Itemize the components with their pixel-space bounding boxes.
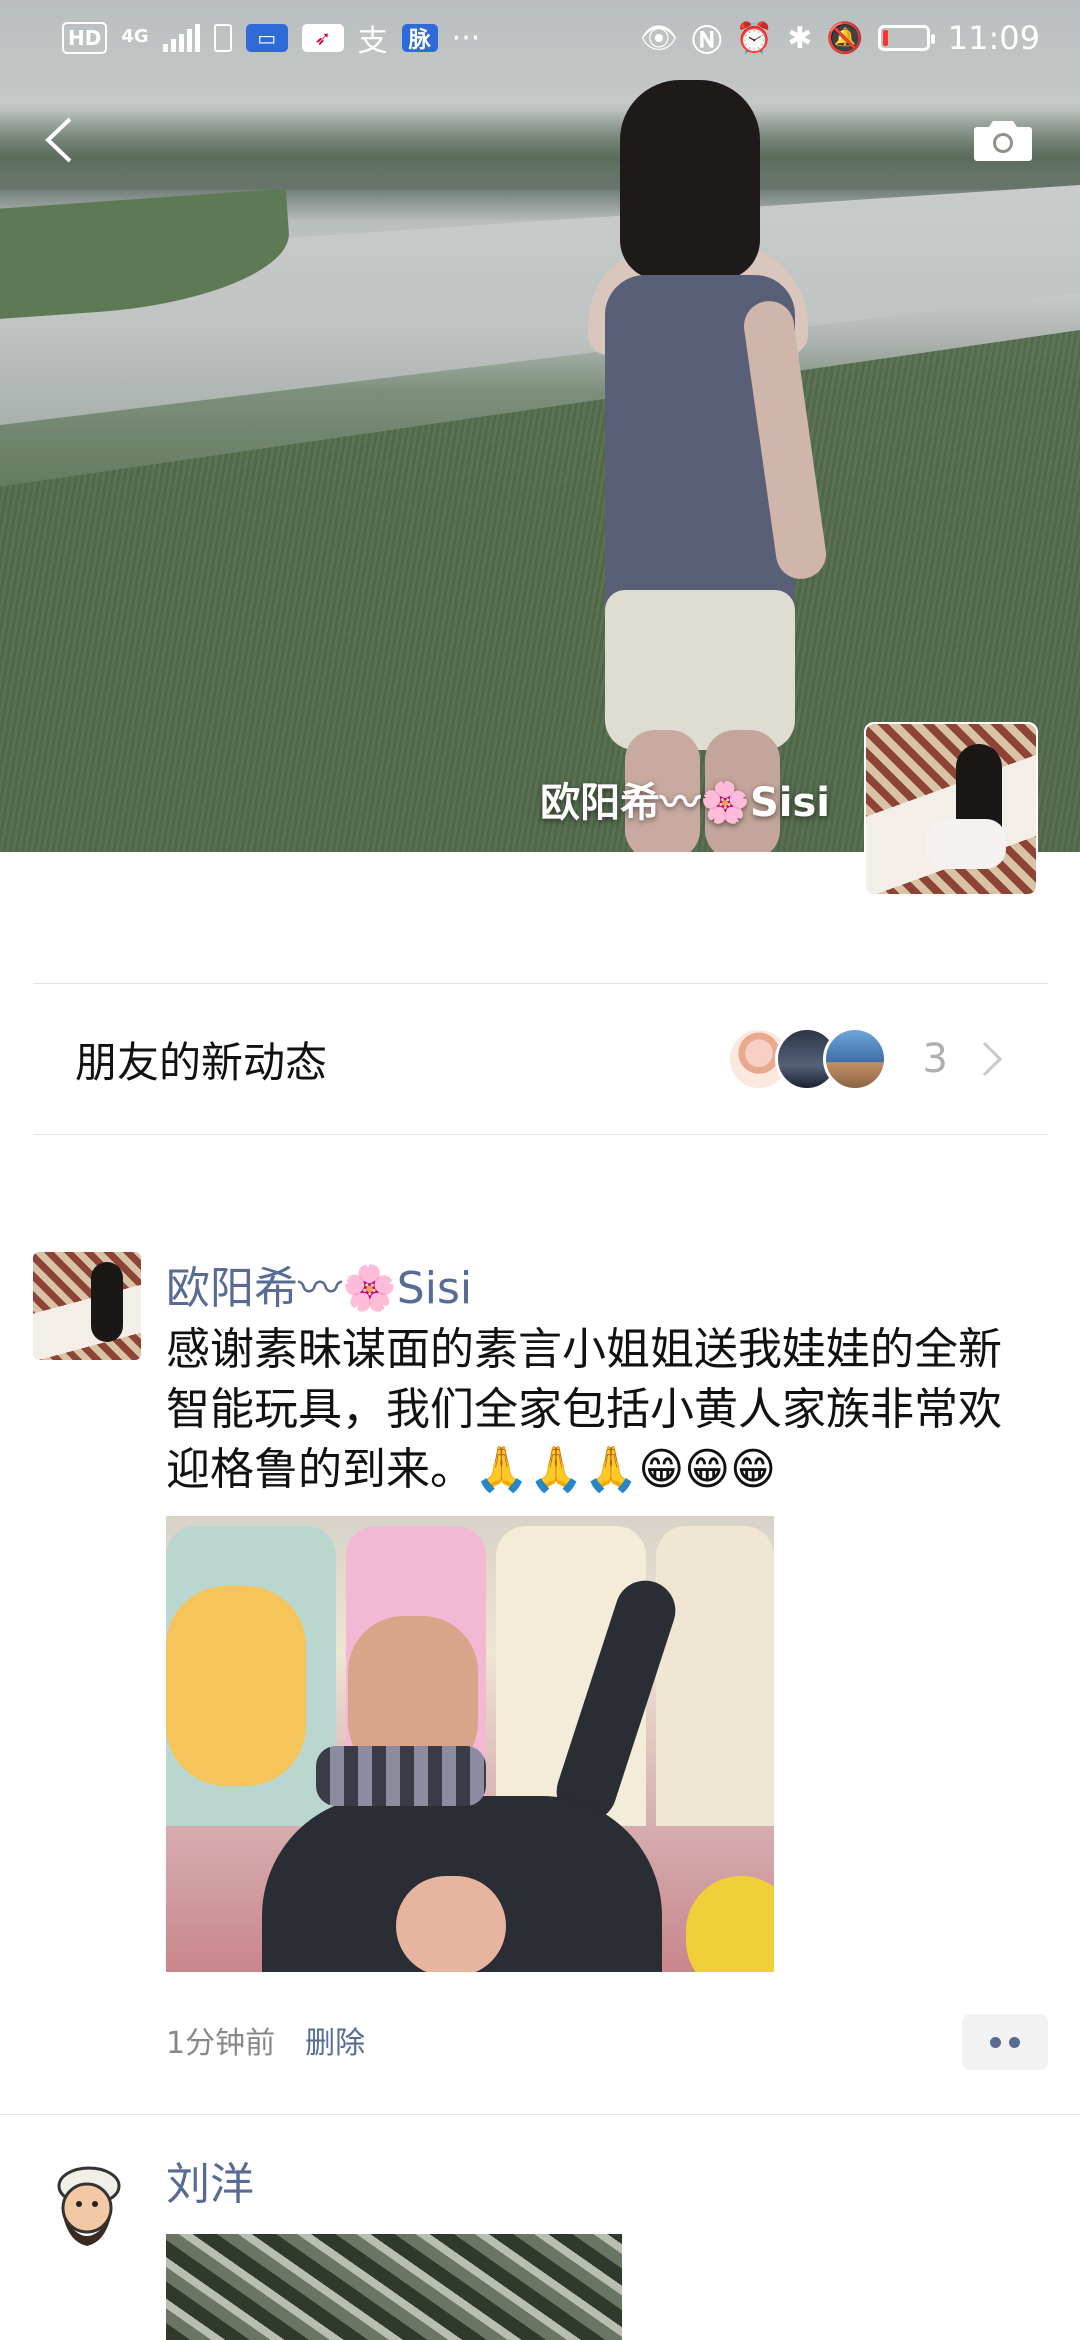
app-notification-icon: ➶ xyxy=(301,24,344,52)
friends-updates-title: 朋友的新动态 xyxy=(75,1037,328,1087)
post-photo[interactable] xyxy=(166,1516,774,1972)
post-author-avatar[interactable] xyxy=(33,1252,141,1360)
post-author-avatar[interactable] xyxy=(33,2146,141,2254)
maimai-icon: 脉 xyxy=(401,24,438,53)
post-author-name[interactable]: 刘洋 xyxy=(166,2148,254,2212)
bluetooth-icon: ✱ xyxy=(787,20,813,56)
cover-treeline xyxy=(0,110,1080,190)
network-type: 4G xyxy=(121,26,149,47)
chevron-left-icon xyxy=(45,117,72,163)
alipay-icon: 支 xyxy=(357,24,388,59)
hd-indicator: HD xyxy=(62,22,108,54)
friends-updates-row[interactable]: 朋友的新动态 3 xyxy=(33,984,1048,1134)
post-meta: 1分钟前 删除 xyxy=(166,2018,365,2062)
more-notifications-icon: ··· xyxy=(451,20,481,56)
alarm-icon: ⏰ xyxy=(735,20,774,56)
friend-avatar xyxy=(822,1027,887,1091)
divider xyxy=(0,2114,1080,2115)
post-actions-button[interactable] xyxy=(962,2014,1048,2070)
divider xyxy=(33,1134,1048,1135)
more-dots-icon xyxy=(990,2036,1001,2048)
cover-owner-name: 欧阳希〰🌸Sisi xyxy=(540,780,830,826)
cover-person xyxy=(560,70,860,852)
post-text: 感谢素昧谋面的素言小姐姐送我娃娃的全新智能玩具，我们全家包括小黄人家族非常欢迎格… xyxy=(166,1324,1002,1495)
profile-avatar[interactable] xyxy=(864,722,1038,896)
eye-icon: 👁 xyxy=(639,20,678,56)
sim-icon xyxy=(213,24,232,52)
more-dots-icon xyxy=(1009,2036,1020,2048)
mute-icon: 🔕 xyxy=(826,20,864,56)
cartoon-avatar-icon xyxy=(57,2166,121,2246)
clock: 11:09 xyxy=(947,19,1040,57)
status-bar: HD 4G ▭ ➶ 支 脉 ··· 👁 Ⓝ ⏰ ✱ 🔕 11:09 xyxy=(0,0,1080,76)
nfc-icon: Ⓝ xyxy=(691,24,722,59)
friends-avatars xyxy=(726,1027,887,1091)
post-author-name[interactable]: 欧阳希〰🌸Sisi xyxy=(166,1252,472,1316)
delete-button[interactable]: 删除 xyxy=(305,2018,365,2062)
back-button[interactable] xyxy=(30,110,90,170)
battery-icon xyxy=(877,25,935,51)
camera-icon xyxy=(974,121,1032,161)
post-photo[interactable] xyxy=(166,2234,622,2340)
signal-icon xyxy=(162,24,200,52)
post-timestamp: 1分钟前 xyxy=(166,2026,276,2061)
chevron-right-icon xyxy=(982,1041,1003,1077)
friends-updates-count: 3 xyxy=(922,1036,948,1082)
camera-button[interactable] xyxy=(970,112,1036,168)
app-notification-icon: ▭ xyxy=(245,24,288,52)
